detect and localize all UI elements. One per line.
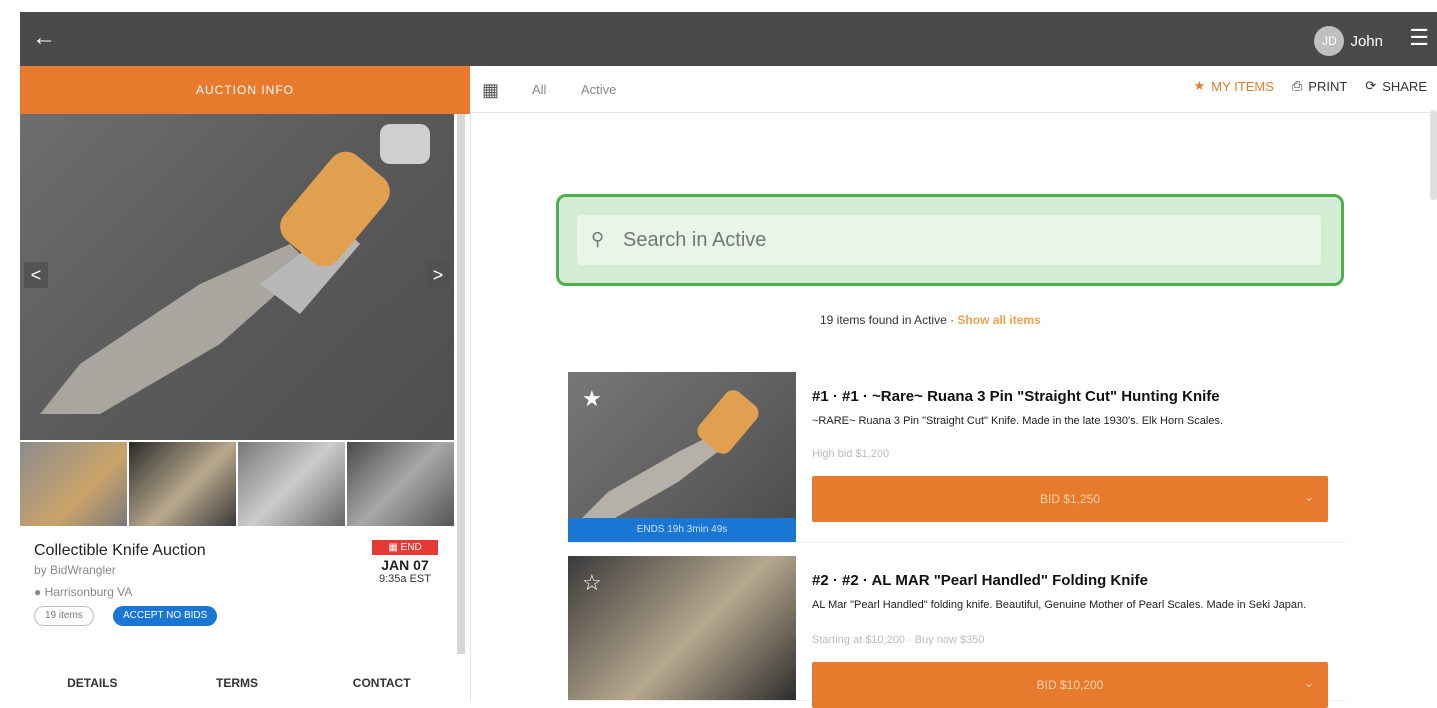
top-bar: ← JD John ☰ [20,12,1437,66]
user-menu[interactable]: JD John [1314,26,1383,56]
auction-title: Collectible Knife Auction [34,542,206,559]
auction-seller: by BidWrangler [34,563,116,577]
printer-icon: ⎙ [1291,78,1303,93]
thumbnail-2[interactable] [129,442,236,526]
arrow-left-icon[interactable]: ← [32,25,56,51]
detail-tabs: DETAILS TERMS CONTACT [20,670,454,696]
my-items-button[interactable]: ★ MY ITEMS [1194,78,1274,94]
location-pin-icon: ● [34,585,45,599]
share-icon: ⟳ [1365,78,1377,93]
calendar-icon: ▦ [388,542,401,553]
item-title[interactable]: #1 · #1 · ~Rare~ Ruana 3 Pin "Straight C… [812,388,1220,405]
thumbnail-4[interactable] [347,442,454,526]
starting-price: Starting at $10,200 · Buy now $350 [812,634,985,646]
item-image[interactable]: ★ ENDS 19h 3min 49s [568,372,796,542]
list-item[interactable]: ☆ #2 · #2 · AL MAR "Pearl Handled" Foldi… [568,556,1346,708]
end-date-block: ▦ END JAN 07 9:35a EST [372,540,438,585]
right-scrollbar[interactable] [1430,110,1437,200]
tab-all[interactable]: All [532,82,546,97]
left-scrollbar[interactable] [457,114,465,654]
bid-button-label: BID $1,250 [1039,492,1101,506]
accept-no-bids-chip[interactable]: ACCEPT NO BIDS [113,606,218,626]
item-description: ~RARE~ Ruana 3 Pin "Straight Cut" Knife.… [812,415,1224,427]
user-name[interactable]: John [1350,33,1383,50]
favorite-star-outline-icon[interactable]: ☆ [582,570,602,596]
end-badge: ▦ END [372,540,438,555]
show-all-items-link[interactable]: Show all items [957,313,1040,327]
next-image-button[interactable]: > [426,262,450,288]
chevron-down-icon[interactable]: ⌄ [1304,676,1314,690]
high-bid: High bid $1,200 [812,448,890,460]
favorite-star-icon[interactable]: ★ [582,386,602,412]
grid-view-icon[interactable]: ▦ [482,80,499,101]
tab-contact[interactable]: CONTACT [309,670,454,696]
chevron-down-icon[interactable]: ⌄ [1304,490,1314,504]
auction-info-panel: AUCTION INFO < > Collectible Knife Aucti… [20,66,471,700]
thumbnail-3[interactable] [238,442,345,526]
item-image[interactable]: ☆ [568,556,796,700]
tab-terms[interactable]: TERMS [165,670,310,696]
end-date: JAN 07 [381,557,429,573]
end-time: 9:35a EST [379,573,431,585]
bid-button[interactable]: BID $1,250 ⌄ [812,476,1328,522]
print-button[interactable]: ⎙ PRINT [1292,78,1347,94]
location-text: Harrisonburg VA [44,585,133,599]
hero-image: < > [20,114,454,440]
results-count: 19 items found in Active · [820,313,958,327]
auction-location: ● Harrisonburg VA [34,585,132,599]
thumbnail-1[interactable] [20,442,127,526]
list-item[interactable]: ★ ENDS 19h 3min 49s #1 · #1 · ~Rare~ Rua… [568,372,1346,543]
bid-button-label: BID $10,200 [1036,678,1104,692]
catalog-toolbar: ▦ All Active ★ MY ITEMS ⎙ PRINT ⟳ SHARE [470,66,1437,113]
toolbar-actions: ★ MY ITEMS ⎙ PRINT ⟳ SHARE [1194,78,1427,94]
search-icon: ⚲ [591,229,605,249]
avatar[interactable]: JD [1314,26,1345,56]
item-description: AL Mar "Pearl Handled" folding knife. Be… [812,599,1307,611]
share-button[interactable]: ⟳ SHARE [1365,78,1427,94]
print-label: PRINT [1308,78,1348,94]
bid-button[interactable]: BID $10,200 ⌄ [812,662,1328,708]
my-items-label: MY ITEMS [1211,78,1274,94]
search-input[interactable] [577,215,1321,265]
share-label: SHARE [1382,78,1427,94]
knife-image [578,390,759,522]
star-icon: ★ [1193,78,1206,93]
prev-image-button[interactable]: < [24,262,48,288]
tab-active[interactable]: Active [581,82,616,97]
results-summary: 19 items found in Active · Show all item… [820,313,1041,327]
thumbnail-strip [20,442,454,526]
search-container: ⚲ [556,194,1344,286]
items-count-chip[interactable]: 19 items [34,606,94,626]
tab-auction-info[interactable]: AUCTION INFO [20,66,470,114]
hamburger-icon[interactable]: ☰ [1409,27,1429,49]
item-title[interactable]: #2 · #2 · AL MAR "Pearl Handled" Folding… [812,572,1148,589]
tab-details[interactable]: DETAILS [20,670,165,696]
end-badge-label: END [400,542,422,553]
ends-countdown: ENDS 19h 3min 49s [568,518,796,542]
knife-image [40,124,430,414]
